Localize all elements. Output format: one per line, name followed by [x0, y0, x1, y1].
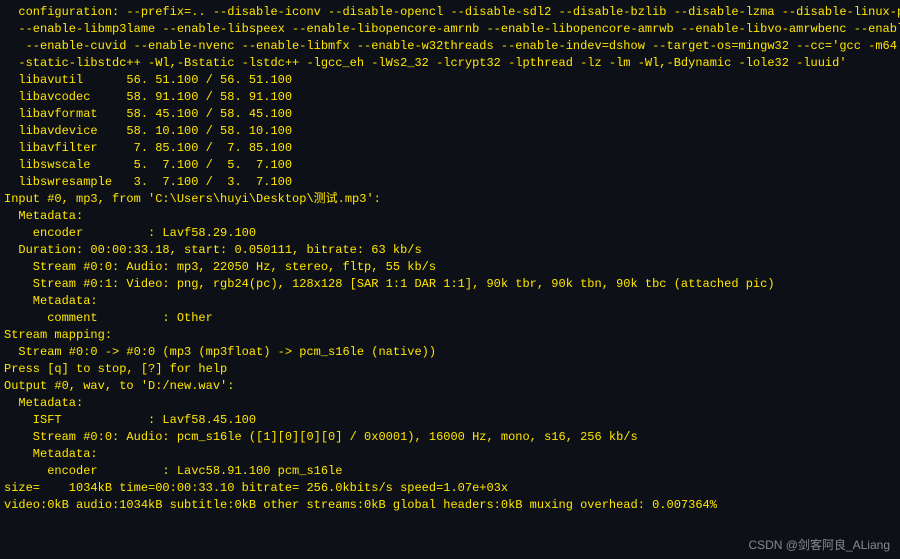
terminal-output: configuration: --prefix=.. --disable-ico…: [0, 0, 900, 514]
watermark-text: CSDN @剑客阿良_ALiang: [748, 536, 890, 553]
